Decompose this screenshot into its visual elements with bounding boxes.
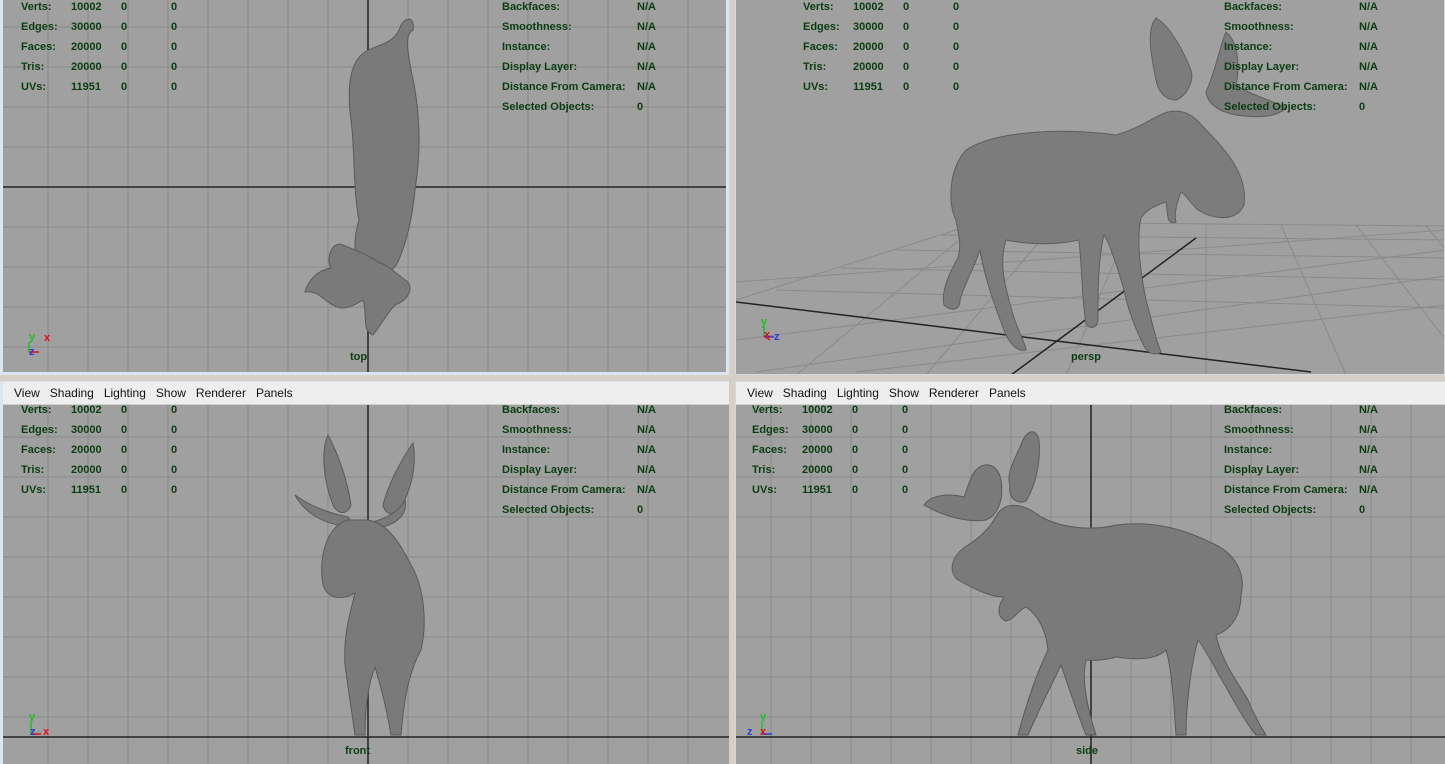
menu-panels[interactable]: Panels xyxy=(251,386,298,400)
hud-row-faces: Faces: 20000 0 0 xyxy=(21,444,178,456)
hud-row-distance: Distance From Camera: N/A xyxy=(1224,81,1378,93)
hud-row-selected: Selected Objects: 0 xyxy=(502,504,644,516)
axis-x-label: x xyxy=(43,726,50,738)
axis-x-label: x xyxy=(764,329,771,341)
moose-front-model xyxy=(294,433,425,736)
axis-y-label: y xyxy=(29,711,36,723)
hud-row-instance: Instance: N/A xyxy=(1224,41,1378,53)
hud-row-faces: Faces: 20000 0 0 xyxy=(803,41,960,53)
hud-row-uvs: UVs: 11951 0 0 xyxy=(752,484,909,496)
menu-shading[interactable]: Shading xyxy=(45,386,99,400)
hud-row-smoothness: Smoothness: N/A xyxy=(1224,424,1378,436)
side-hud-stats: Verts: 10002 0 0 Edges: 30000 0 0 Faces: 20000 0… xyxy=(752,400,922,500)
axis-x-label: x xyxy=(760,726,767,738)
hud-row-selected: Selected Objects: 0 xyxy=(1224,101,1366,113)
hud-row-backfaces: Backfaces: N/A xyxy=(502,1,656,13)
viewport-front[interactable]: View Shading Lighting Show Renderer Pane… xyxy=(0,381,729,764)
menu-shading[interactable]: Shading xyxy=(778,386,832,400)
hud-row-tris: Tris: 20000 0 0 xyxy=(803,61,960,73)
hud-row-distance: Distance From Camera: N/A xyxy=(502,484,656,496)
hud-row-edges: Edges: 30000 0 0 xyxy=(752,424,909,436)
menu-view[interactable]: View xyxy=(9,386,45,400)
hud-row-instance: Instance: N/A xyxy=(502,41,656,53)
hud-row-instance: Instance: N/A xyxy=(1224,444,1378,456)
moose-top-model xyxy=(304,18,420,336)
hud-row-verts: Verts: 10002 0 0 xyxy=(803,1,960,13)
hud-row-distance: Distance From Camera: N/A xyxy=(1224,484,1378,496)
hud-row-distance: Distance From Camera: N/A xyxy=(502,81,656,93)
camera-label-front: front xyxy=(345,745,371,757)
axis-z-label: z xyxy=(774,331,780,343)
hud-row-verts: Verts: 10002 0 0 xyxy=(752,404,909,416)
persp-hud-stats: Verts: 10002 0 0 Edges: 30000 0 0 Faces: 20000 0… xyxy=(803,0,973,97)
camera-label-top: top xyxy=(350,351,368,363)
hud-row-tris: Tris: 20000 0 0 xyxy=(21,61,178,73)
menu-lighting[interactable]: Lighting xyxy=(99,386,151,400)
viewport-persp[interactable]: Verts: 10002 0 0 Edges: 30000 0 0 Faces: 20000 0… xyxy=(735,0,1445,375)
hud-row-tris: Tris: 20000 0 0 xyxy=(752,464,909,476)
hud-row-verts: Verts: 10002 0 0 xyxy=(21,1,178,13)
hud-row-edges: Edges: 30000 0 0 xyxy=(21,21,178,33)
menu-renderer[interactable]: Renderer xyxy=(924,386,984,400)
hud-row-display-layer: Display Layer: N/A xyxy=(502,464,656,476)
side-hud-info: Backfaces: N/A Smoothness: N/A Instance: N/… xyxy=(1224,400,1378,520)
menu-show[interactable]: Show xyxy=(151,386,191,400)
hud-row-smoothness: Smoothness: N/A xyxy=(502,21,656,33)
hud-row-uvs: UVs: 11951 0 0 xyxy=(803,81,960,93)
viewport-side[interactable]: View Shading Lighting Show Renderer Pane… xyxy=(735,381,1445,764)
hud-row-selected: Selected Objects: 0 xyxy=(1224,504,1366,516)
front-hud-stats: Verts: 10002 0 0 Edges: 30000 0 0 Faces: 20000 0… xyxy=(21,400,191,500)
hud-row-backfaces: Backfaces: N/A xyxy=(1224,1,1378,13)
hud-row-faces: Faces: 20000 0 0 xyxy=(752,444,909,456)
hud-row-edges: Edges: 30000 0 0 xyxy=(803,21,960,33)
hud-row-display-layer: Display Layer: N/A xyxy=(1224,61,1378,73)
axis-y-label: y xyxy=(761,316,768,328)
menu-panels[interactable]: Panels xyxy=(984,386,1031,400)
hud-row-faces: Faces: 20000 0 0 xyxy=(21,41,178,53)
top-hud-info: Backfaces: N/A Smoothness: N/A Instance: N/… xyxy=(502,0,656,117)
hud-row-verts: Verts: 10002 0 0 xyxy=(21,404,178,416)
hud-row-selected: Selected Objects: 0 xyxy=(502,101,644,113)
menu-renderer[interactable]: Renderer xyxy=(191,386,251,400)
axis-z-label: z xyxy=(30,726,36,738)
axis-y-label: y xyxy=(760,711,767,723)
hud-row-display-layer: Display Layer: N/A xyxy=(502,61,656,73)
menu-view[interactable]: View xyxy=(742,386,778,400)
axis-y-label: y xyxy=(29,331,36,343)
hud-row-smoothness: Smoothness: N/A xyxy=(1224,21,1378,33)
hud-row-uvs: UVs: 11951 0 0 xyxy=(21,81,178,93)
hud-row-backfaces: Backfaces: N/A xyxy=(502,404,656,416)
axis-x-label: x xyxy=(44,332,51,344)
axis-z-label: z xyxy=(29,346,35,358)
hud-row-edges: Edges: 30000 0 0 xyxy=(21,424,178,436)
menu-lighting[interactable]: Lighting xyxy=(832,386,884,400)
viewport-top[interactable]: Verts: 10002 0 0 Edges: 30000 0 0 Faces: 20000 0… xyxy=(0,0,729,375)
top-hud-stats: Verts: 10002 0 0 Edges: 30000 0 0 Faces: 20000 0… xyxy=(21,0,191,97)
hud-row-uvs: UVs: 11951 0 0 xyxy=(21,484,178,496)
hud-row-backfaces: Backfaces: N/A xyxy=(1224,404,1378,416)
hud-row-tris: Tris: 20000 0 0 xyxy=(21,464,178,476)
menu-show[interactable]: Show xyxy=(884,386,924,400)
persp-hud-info: Backfaces: N/A Smoothness: N/A Instance: N/… xyxy=(1224,0,1378,117)
camera-label-side: side xyxy=(1076,745,1099,757)
front-hud-info: Backfaces: N/A Smoothness: N/A Instance: N/… xyxy=(502,400,656,520)
persp-axis-x xyxy=(736,301,1312,373)
hud-row-instance: Instance: N/A xyxy=(502,444,656,456)
camera-label-persp: persp xyxy=(1071,351,1101,363)
hud-row-smoothness: Smoothness: N/A xyxy=(502,424,656,436)
hud-row-display-layer: Display Layer: N/A xyxy=(1224,464,1378,476)
axis-z-label: z xyxy=(747,726,753,738)
